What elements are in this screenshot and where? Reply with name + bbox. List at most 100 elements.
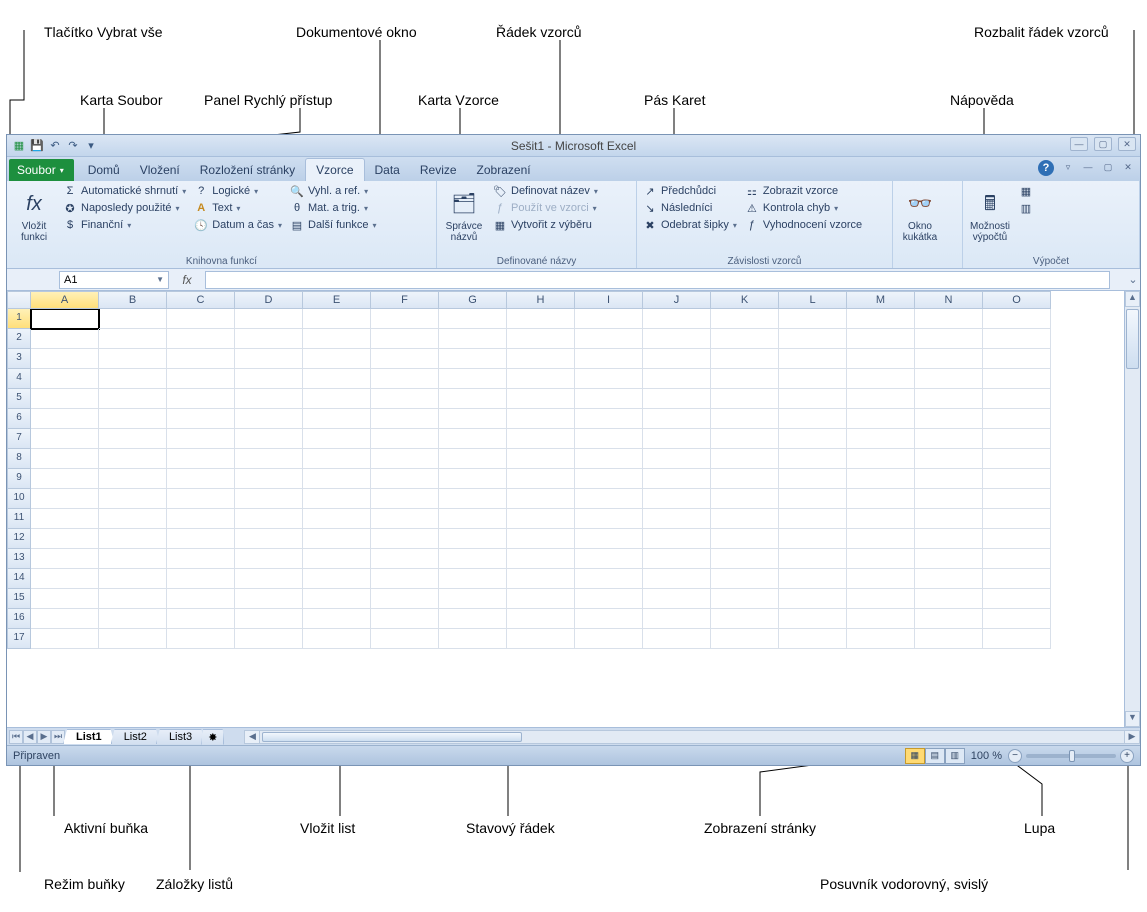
cell[interactable] bbox=[983, 609, 1051, 629]
cell[interactable] bbox=[643, 329, 711, 349]
cell[interactable] bbox=[779, 389, 847, 409]
cell[interactable] bbox=[99, 309, 167, 329]
cell[interactable] bbox=[779, 409, 847, 429]
cell[interactable] bbox=[847, 429, 915, 449]
cell[interactable] bbox=[915, 369, 983, 389]
evaluate-formula-button[interactable]: ƒVyhodnocení vzorce bbox=[743, 217, 864, 233]
cell[interactable] bbox=[235, 569, 303, 589]
cell[interactable] bbox=[235, 609, 303, 629]
tab-insert[interactable]: Vložení bbox=[130, 159, 190, 181]
text-button[interactable]: AText bbox=[192, 200, 284, 216]
scroll-up-icon[interactable]: ▲ bbox=[1125, 291, 1140, 307]
cell[interactable] bbox=[983, 349, 1051, 369]
row-header[interactable]: 5 bbox=[7, 389, 31, 409]
cell[interactable] bbox=[31, 389, 99, 409]
cell[interactable] bbox=[847, 549, 915, 569]
cell[interactable] bbox=[167, 529, 235, 549]
cell[interactable] bbox=[983, 549, 1051, 569]
cell[interactable] bbox=[31, 609, 99, 629]
row-header[interactable]: 6 bbox=[7, 409, 31, 429]
row-header[interactable]: 11 bbox=[7, 509, 31, 529]
cell[interactable] bbox=[779, 549, 847, 569]
cell[interactable] bbox=[983, 569, 1051, 589]
cell[interactable] bbox=[167, 369, 235, 389]
scroll-down-icon[interactable]: ▼ bbox=[1125, 711, 1140, 727]
cell[interactable] bbox=[235, 529, 303, 549]
cell[interactable] bbox=[983, 389, 1051, 409]
cell[interactable] bbox=[99, 369, 167, 389]
cell[interactable] bbox=[99, 609, 167, 629]
cell[interactable] bbox=[507, 429, 575, 449]
cell[interactable] bbox=[507, 569, 575, 589]
cell[interactable] bbox=[711, 349, 779, 369]
cell[interactable] bbox=[31, 529, 99, 549]
col-header-J[interactable]: J bbox=[643, 291, 711, 309]
sheet-nav-first-icon[interactable]: ⏮ bbox=[9, 730, 23, 744]
fx-label[interactable]: fx bbox=[169, 273, 205, 287]
cell[interactable] bbox=[31, 369, 99, 389]
col-header-F[interactable]: F bbox=[371, 291, 439, 309]
col-header-H[interactable]: H bbox=[507, 291, 575, 309]
cell[interactable] bbox=[303, 549, 371, 569]
cell[interactable] bbox=[711, 449, 779, 469]
cell[interactable] bbox=[303, 429, 371, 449]
cell[interactable] bbox=[915, 489, 983, 509]
cell[interactable] bbox=[439, 349, 507, 369]
cell[interactable] bbox=[915, 509, 983, 529]
cell[interactable] bbox=[439, 509, 507, 529]
cell[interactable] bbox=[167, 309, 235, 329]
cell[interactable] bbox=[167, 349, 235, 369]
cell[interactable] bbox=[779, 429, 847, 449]
redo-icon[interactable]: ↷ bbox=[65, 138, 81, 154]
sheet-nav-last-icon[interactable]: ⏭ bbox=[51, 730, 65, 744]
col-header-D[interactable]: D bbox=[235, 291, 303, 309]
more-functions-button[interactable]: ▤Další funkce bbox=[288, 217, 379, 233]
cell[interactable] bbox=[575, 449, 643, 469]
cell[interactable] bbox=[167, 409, 235, 429]
cell[interactable] bbox=[711, 549, 779, 569]
vertical-scrollbar[interactable]: ▲ ▼ bbox=[1124, 291, 1140, 727]
col-header-I[interactable]: I bbox=[575, 291, 643, 309]
cell[interactable] bbox=[235, 309, 303, 329]
calc-now-button[interactable]: ▦ bbox=[1017, 183, 1035, 199]
define-name-button[interactable]: 🏷Definovat název bbox=[491, 183, 600, 199]
cell[interactable] bbox=[575, 309, 643, 329]
cell[interactable] bbox=[507, 409, 575, 429]
cell[interactable] bbox=[99, 509, 167, 529]
cell[interactable] bbox=[915, 609, 983, 629]
cell[interactable] bbox=[643, 429, 711, 449]
calculation-options-button[interactable]: 🖩 Možnosti výpočtů bbox=[967, 183, 1013, 249]
cell[interactable] bbox=[711, 329, 779, 349]
cell[interactable] bbox=[575, 609, 643, 629]
cell[interactable] bbox=[371, 529, 439, 549]
trace-precedents-button[interactable]: ↗Předchůdci bbox=[641, 183, 739, 199]
cell[interactable] bbox=[167, 329, 235, 349]
cell[interactable] bbox=[711, 309, 779, 329]
cell[interactable] bbox=[507, 469, 575, 489]
cell[interactable] bbox=[779, 589, 847, 609]
cell[interactable] bbox=[915, 529, 983, 549]
cell[interactable] bbox=[643, 589, 711, 609]
remove-arrows-button[interactable]: ✖Odebrat šipky bbox=[641, 217, 739, 233]
cell[interactable] bbox=[371, 449, 439, 469]
cell[interactable] bbox=[507, 369, 575, 389]
close-button[interactable]: ✕ bbox=[1118, 137, 1136, 151]
zoom-level[interactable]: 100 % bbox=[971, 750, 1002, 762]
cell[interactable] bbox=[575, 589, 643, 609]
show-formulas-button[interactable]: ⚏Zobrazit vzorce bbox=[743, 183, 864, 199]
ribbon-minimize-icon[interactable]: ▿ bbox=[1060, 160, 1076, 174]
cell[interactable] bbox=[983, 529, 1051, 549]
cell[interactable] bbox=[439, 329, 507, 349]
cell[interactable] bbox=[99, 629, 167, 649]
col-header-B[interactable]: B bbox=[99, 291, 167, 309]
cell[interactable] bbox=[303, 349, 371, 369]
cell[interactable] bbox=[31, 329, 99, 349]
insert-sheet-button[interactable]: ✸ bbox=[201, 729, 224, 745]
cell[interactable] bbox=[711, 529, 779, 549]
cell[interactable] bbox=[371, 629, 439, 649]
cell[interactable] bbox=[167, 469, 235, 489]
cell[interactable] bbox=[371, 589, 439, 609]
vscroll-thumb[interactable] bbox=[1126, 309, 1139, 369]
cell[interactable] bbox=[847, 409, 915, 429]
cell[interactable] bbox=[439, 609, 507, 629]
